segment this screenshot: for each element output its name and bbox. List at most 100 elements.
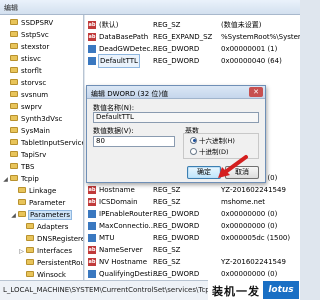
tree-item[interactable]: Linkage [10, 185, 56, 197]
value-row[interactable]: ab Hostname REG_SZ YZ-201602241549 [85, 184, 300, 196]
value-type: REG_SZ [153, 198, 181, 206]
registry-path: L_LOCAL_MACHINE\SYSTEM\CurrentControlSet… [3, 286, 210, 294]
watermark-logo: lotus [263, 281, 299, 299]
tree-item-label: svsnum [21, 91, 49, 99]
value-data-input[interactable]: 80 [93, 136, 175, 147]
folder-icon [10, 31, 18, 37]
watermark-text: 装机一发 [212, 285, 260, 298]
value-name-field[interactable]: DefaultTTL [93, 112, 259, 123]
folder-icon [18, 199, 26, 205]
value-type: REG_DWORD [153, 210, 200, 218]
tree-item[interactable]: stisvc [2, 53, 41, 65]
tree-item[interactable]: Synth3dVsc [2, 113, 62, 125]
tree-item-label: Winsock [37, 271, 66, 279]
value-row[interactable]: ab DataBasePath REG_EXPAND_SZ %SystemRoot%\… [85, 31, 300, 43]
value-data: 0x00000000 (0) [221, 222, 278, 230]
value-type: REG_DWORD [153, 45, 200, 53]
registry-key-tree[interactable]: SSDPSRV SstpSvc stexstor stisvc storflt storv… [0, 15, 84, 280]
expander-icon[interactable]: ◢ [2, 174, 9, 186]
value-row[interactable]: MTU REG_DWORD 0x000005dc (1500) [85, 232, 300, 244]
value-row[interactable]: MaxConnectio... REG_DWORD 0x00000000 (0) [85, 220, 300, 232]
dec-radio[interactable] [190, 147, 197, 155]
tree-item[interactable]: ◢ Tcpip [2, 173, 39, 185]
value-row[interactable]: ab ICSDomain REG_SZ mshome.net [85, 196, 300, 208]
tree-item[interactable]: SSDPSRV [2, 17, 53, 29]
tree-item[interactable]: stexstor [2, 41, 49, 53]
value-type: REG_DWORD [153, 270, 200, 278]
folder-icon [10, 103, 18, 109]
value-name: QualifyingDesti... [99, 270, 160, 278]
folder-icon [18, 211, 26, 217]
value-row[interactable]: ab (默认) REG_SZ (数值未设置) [85, 19, 300, 31]
tree-item[interactable]: TabletInputService [2, 137, 84, 149]
hex-option[interactable]: 十六进制(H) [190, 136, 235, 146]
folder-icon [10, 67, 18, 73]
folder-icon [26, 271, 34, 277]
tree-item[interactable]: SstpSvc [2, 29, 49, 41]
tree-item[interactable]: swprv [2, 101, 42, 113]
hex-option-label: 十六进制(H) [199, 137, 235, 145]
tree-item[interactable]: PersistentRou [18, 257, 84, 269]
tree-item[interactable]: Adapters [18, 221, 68, 233]
tree-item-label: Synth3dVsc [21, 115, 63, 123]
value-row[interactable]: ab NameServer REG_SZ [85, 244, 300, 256]
value-row[interactable]: DeadGWDetec... REG_DWORD 0x00000001 (1) [85, 43, 300, 55]
tree-item-label: TapiSrv [21, 151, 47, 159]
expander-icon[interactable]: ◢ [10, 210, 17, 222]
close-icon[interactable]: ✕ [249, 87, 263, 97]
value-data: 0x00000000 (0) [221, 270, 278, 278]
value-row[interactable]: IPEnableRouter REG_DWORD 0x00000000 (0) [85, 208, 300, 220]
dec-option[interactable]: 十进制(D) [190, 147, 229, 157]
tree-item[interactable]: ▷ Interfaces [18, 245, 72, 257]
folder-icon [26, 235, 34, 241]
dialog-title: 编辑 DWORD (32 位)值 [91, 90, 169, 98]
folder-icon [10, 127, 18, 133]
value-row[interactable]: ab NV Hostname REG_SZ YZ-201602241549 [85, 256, 300, 268]
value-type: REG_SZ [153, 258, 181, 266]
value-name: NV Hostname [99, 258, 148, 266]
value-data: YZ-201602241549 [221, 186, 286, 194]
value-type: REG_DWORD [153, 57, 200, 65]
tree-item[interactable]: TBS [2, 161, 34, 173]
tree-item-label: SSDPSRV [21, 19, 54, 27]
folder-icon [10, 55, 18, 61]
cancel-button[interactable]: 取消 [225, 166, 259, 179]
edit-dword-dialog: 编辑 DWORD (32 位)值 ✕ 数值名称(N): DefaultTTL 数… [86, 85, 266, 183]
value-data: 0x000005dc (1500) [221, 234, 291, 242]
tree-item[interactable]: Winsock [18, 269, 66, 280]
ok-button[interactable]: 确定 [187, 166, 221, 179]
tree-item[interactable]: storflt [2, 65, 42, 77]
base-group: 十六进制(H) 十进制(D) [183, 133, 259, 159]
tree-item[interactable]: ◢ Parameters [10, 209, 73, 222]
tree-item[interactable]: SysMain [2, 125, 50, 137]
string-value-icon: ab [88, 246, 96, 254]
tree-item-label: TabletInputService [21, 139, 84, 147]
hex-radio[interactable] [190, 136, 197, 144]
string-value-icon: ab [88, 33, 96, 41]
value-type: REG_SZ [153, 246, 181, 254]
tree-item[interactable]: DNSRegistere [18, 233, 83, 245]
value-row[interactable]: DefaultTTL REG_DWORD 0x00000040 (64) [85, 54, 300, 68]
tree-item-label: Parameters [27, 210, 73, 220]
tree-item[interactable]: svsnum [2, 89, 48, 101]
window-title: 编辑 [4, 4, 18, 12]
tree-item[interactable]: storvsc [2, 77, 46, 89]
binary-value-icon [88, 234, 96, 242]
value-row[interactable]: QualifyingDesti... REG_DWORD 0x00000000 (0… [85, 268, 300, 280]
value-data: 0x00000040 (64) [221, 57, 282, 65]
folder-icon [10, 79, 18, 85]
string-value-icon: ab [88, 198, 96, 206]
tree-item[interactable]: TapiSrv [2, 149, 46, 161]
tree-item-label: SstpSvc [21, 31, 49, 39]
tree-item-label: Adapters [37, 223, 69, 231]
tree-item-label: storflt [21, 67, 42, 75]
tree-item-label: PersistentRou [37, 259, 84, 267]
string-value-icon: ab [88, 258, 96, 266]
string-value-icon: ab [88, 186, 96, 194]
value-data: 0x00000000 (0) [221, 210, 278, 218]
tree-item-label: stisvc [21, 55, 41, 63]
tree-item[interactable]: Parameter [10, 197, 65, 209]
value-name: NameServer [99, 246, 143, 254]
tree-item-label: Parameter [29, 199, 66, 207]
folder-icon [10, 163, 18, 169]
